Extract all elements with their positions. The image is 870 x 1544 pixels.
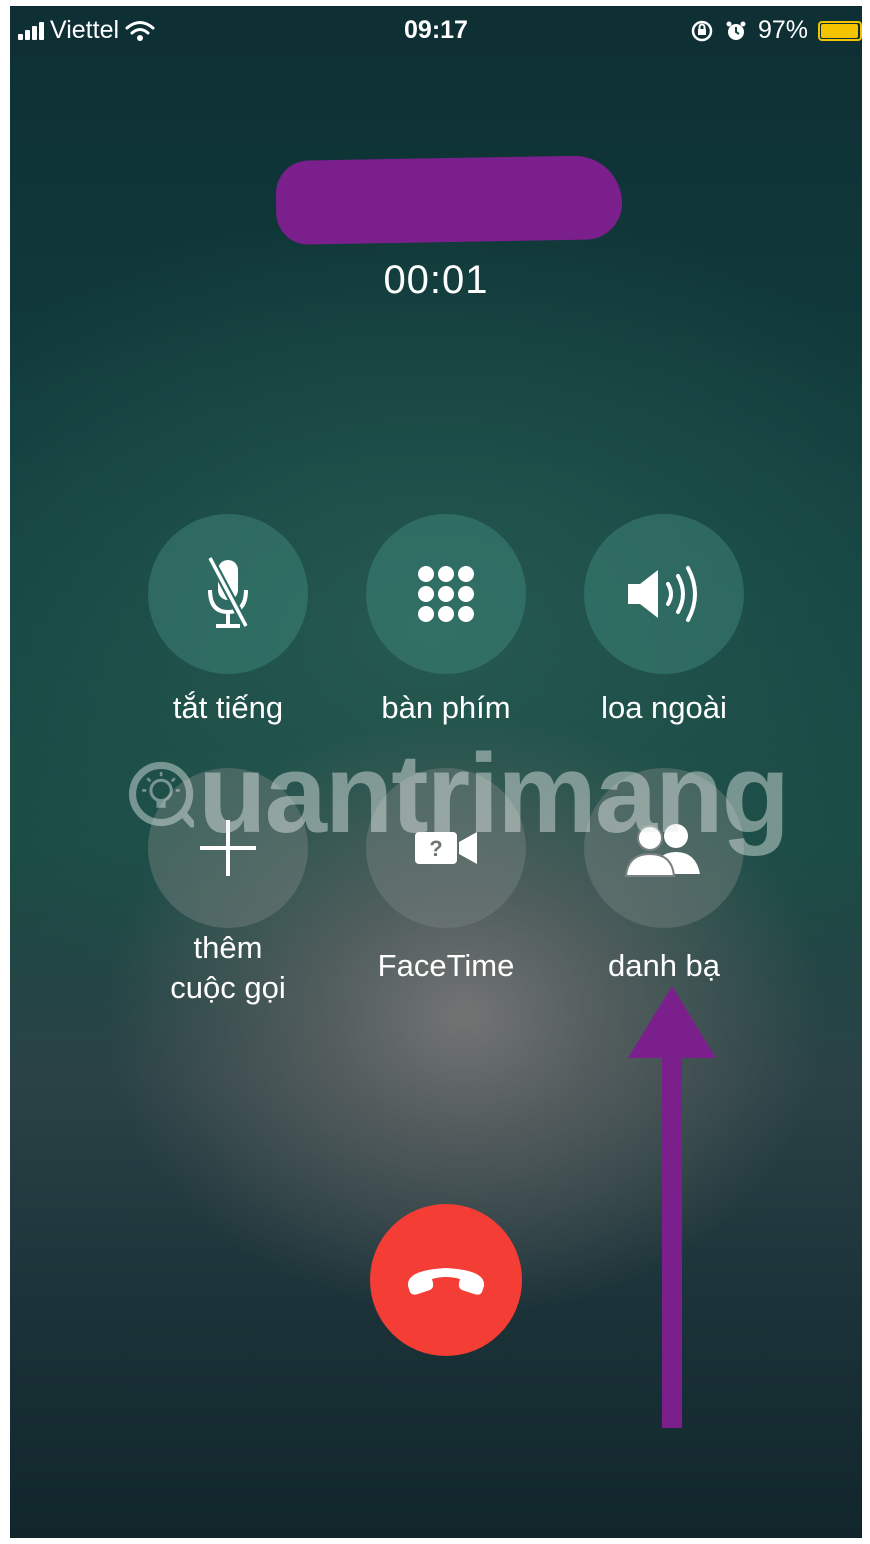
microphone-mute-icon — [206, 556, 250, 628]
lightbulb-logo-icon — [129, 761, 195, 828]
keypad-button[interactable] — [366, 514, 526, 674]
keypad-icon — [418, 566, 474, 622]
redacted-caller-name — [275, 154, 623, 246]
mute-label: tắt tiếng — [172, 690, 284, 725]
hang-up-phone-icon — [407, 1268, 485, 1295]
call-timer: 00:01 — [383, 258, 489, 302]
alarm-icon — [726, 21, 746, 40]
call-screen: Viettel 09:17 97% 00:01 tắt tiếng bàn ph… — [10, 6, 862, 1538]
battery-fill — [821, 23, 858, 38]
add-call-label-line2: cuộc gọi — [170, 970, 286, 1005]
facetime-label: FaceTime — [377, 948, 515, 983]
battery-icon — [818, 20, 862, 41]
watermark-text: uantrimang — [198, 731, 790, 856]
add-call-label-line1: thêm — [193, 930, 263, 965]
battery-percent: 97% — [757, 16, 808, 44]
mute-button[interactable] — [148, 514, 308, 674]
keypad-label: bàn phím — [381, 690, 511, 725]
add-call-label: thêm cuộc gọi — [108, 928, 348, 1008]
watermark: uantrimang — [128, 724, 790, 864]
contacts-label: danh bạ — [607, 948, 721, 983]
speaker-label: loa ngoài — [601, 690, 727, 725]
end-call-button[interactable] — [370, 1204, 522, 1356]
annotation-arrow-icon — [628, 986, 716, 1428]
speaker-icon — [628, 566, 697, 622]
status-bar: Viettel 09:17 97% — [10, 6, 862, 52]
status-right: 97% — [690, 16, 862, 45]
rotation-lock-icon — [691, 20, 713, 41]
speaker-button[interactable] — [584, 514, 744, 674]
